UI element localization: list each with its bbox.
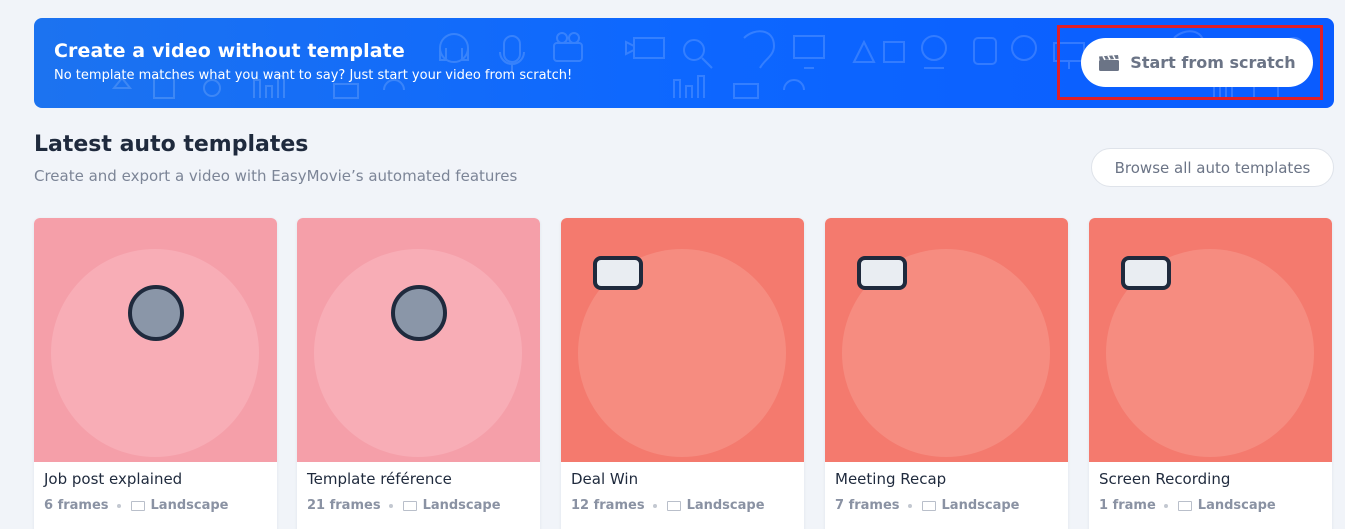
browse-all-auto-templates-button[interactable]: Browse all auto templates bbox=[1091, 148, 1334, 187]
format-label: Landscape bbox=[941, 498, 1020, 513]
template-thumbnail[interactable] bbox=[561, 218, 804, 462]
format-label: Landscape bbox=[150, 498, 229, 513]
frame-count: 6 frames bbox=[44, 498, 109, 513]
template-title: Meeting Recap bbox=[835, 470, 947, 488]
format-label: Landscape bbox=[1197, 498, 1276, 513]
separator-dot bbox=[1163, 503, 1168, 508]
landscape-icon bbox=[1177, 500, 1192, 511]
template-meta: 21 frames Landscape bbox=[307, 498, 501, 513]
section-title: Latest auto templates bbox=[34, 132, 309, 157]
start-from-scratch-button[interactable]: Start from scratch bbox=[1081, 38, 1313, 87]
template-thumbnail[interactable] bbox=[34, 218, 277, 462]
landscape-icon bbox=[130, 500, 145, 511]
frame-count: 12 frames bbox=[571, 498, 645, 513]
format-label: Landscape bbox=[422, 498, 501, 513]
section-subtitle: Create and export a video with EasyMovie… bbox=[34, 167, 518, 185]
banner-title: Create a video without template bbox=[54, 40, 405, 62]
separator-dot bbox=[907, 503, 912, 508]
separator-dot bbox=[116, 503, 121, 508]
banner-subtitle: No template matches what you want to say… bbox=[54, 68, 573, 83]
template-meta: 12 frames Landscape bbox=[571, 498, 765, 513]
template-card[interactable]: Job post explained 6 frames Landscape bbox=[34, 218, 277, 529]
template-card[interactable]: Screen Recording 1 frame Landscape bbox=[1089, 218, 1332, 529]
clapperboard-icon bbox=[1099, 54, 1120, 71]
template-thumbnail[interactable] bbox=[825, 218, 1068, 462]
template-card[interactable]: Meeting Recap 7 frames Landscape bbox=[825, 218, 1068, 529]
template-card[interactable]: Template référence 21 frames Landscape bbox=[297, 218, 540, 529]
template-meta: 6 frames Landscape bbox=[44, 498, 228, 513]
template-title: Template référence bbox=[307, 470, 452, 488]
separator-dot bbox=[388, 503, 393, 508]
start-from-scratch-label: Start from scratch bbox=[1130, 53, 1296, 72]
separator-dot bbox=[652, 503, 657, 508]
template-card[interactable]: Deal Win 12 frames Landscape bbox=[561, 218, 804, 529]
template-title: Job post explained bbox=[44, 470, 183, 488]
frame-count: 1 frame bbox=[1099, 498, 1156, 513]
landscape-icon bbox=[666, 500, 681, 511]
frame-count: 7 frames bbox=[835, 498, 900, 513]
video-camera-illustration bbox=[34, 218, 277, 462]
template-meta: 1 frame Landscape bbox=[1099, 498, 1276, 513]
page: Create a video without template No templ… bbox=[0, 0, 1345, 529]
format-label: Landscape bbox=[686, 498, 765, 513]
template-thumbnail[interactable] bbox=[1089, 218, 1332, 462]
paper-plane-illustration bbox=[561, 218, 804, 462]
paper-plane-illustration bbox=[1089, 218, 1332, 462]
landscape-icon bbox=[921, 500, 936, 511]
video-camera-illustration bbox=[297, 218, 540, 462]
frame-count: 21 frames bbox=[307, 498, 381, 513]
template-thumbnail[interactable] bbox=[297, 218, 540, 462]
paper-plane-illustration bbox=[825, 218, 1068, 462]
template-title: Deal Win bbox=[571, 470, 639, 488]
template-title: Screen Recording bbox=[1099, 470, 1231, 488]
landscape-icon bbox=[402, 500, 417, 511]
template-meta: 7 frames Landscape bbox=[835, 498, 1019, 513]
